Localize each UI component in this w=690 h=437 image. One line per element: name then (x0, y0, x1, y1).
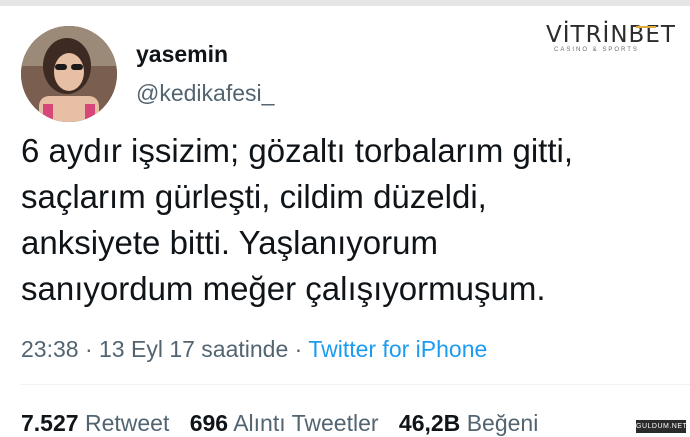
quote-label[interactable]: Alıntı Tweetler (233, 410, 378, 436)
brand-logo: VİTRİNBET CASINO & SPORTS (546, 22, 675, 66)
tweet-line: anksiyete bitti. Yaşlanıyorum (21, 224, 438, 261)
like-label[interactable]: Beğeni (467, 410, 539, 436)
brand-logo-text: VİTRİNBET (546, 22, 676, 48)
tweet-text: 6 aydır işsizim; gözaltı torbalarım gitt… (21, 128, 681, 312)
tweet-meta: 23:38 · 13 Eyl 17 saatinde · Twitter for… (21, 336, 487, 363)
display-name[interactable]: yasemin (136, 41, 228, 68)
tweet-line: saçlarım gürleşti, cildim düzeldi, (21, 178, 487, 215)
tweet-line: 6 aydır işsizim; gözaltı torbalarım gitt… (21, 132, 574, 169)
brand-logo-tagline: CASINO & SPORTS (554, 47, 639, 53)
stats-divider (21, 384, 690, 385)
avatar[interactable] (21, 26, 117, 122)
quote-count[interactable]: 696 (190, 410, 228, 436)
tweet-date[interactable]: 13 Eyl 17 saatinde (99, 336, 288, 362)
avatar-photo (21, 26, 117, 122)
tweet-stats: 7.527 Retweet 696 Alıntı Tweetler 46,2B … (21, 410, 552, 437)
tweet-line: sanıyordum meğer çalışıyormuşum. (21, 270, 546, 307)
brand-accent-line (636, 26, 656, 28)
user-handle[interactable]: @kedikafesi_ (136, 80, 274, 107)
like-count[interactable]: 46,2B (399, 410, 460, 436)
retweet-label[interactable]: Retweet (85, 410, 169, 436)
meta-separator: · (294, 336, 303, 362)
tweet-source-link[interactable]: Twitter for iPhone (308, 336, 487, 362)
top-divider (0, 0, 690, 6)
retweet-count[interactable]: 7.527 (21, 410, 79, 436)
site-watermark: GULDUM.NET (636, 420, 687, 433)
tweet-time[interactable]: 23:38 (21, 336, 79, 362)
meta-separator: · (84, 336, 93, 362)
